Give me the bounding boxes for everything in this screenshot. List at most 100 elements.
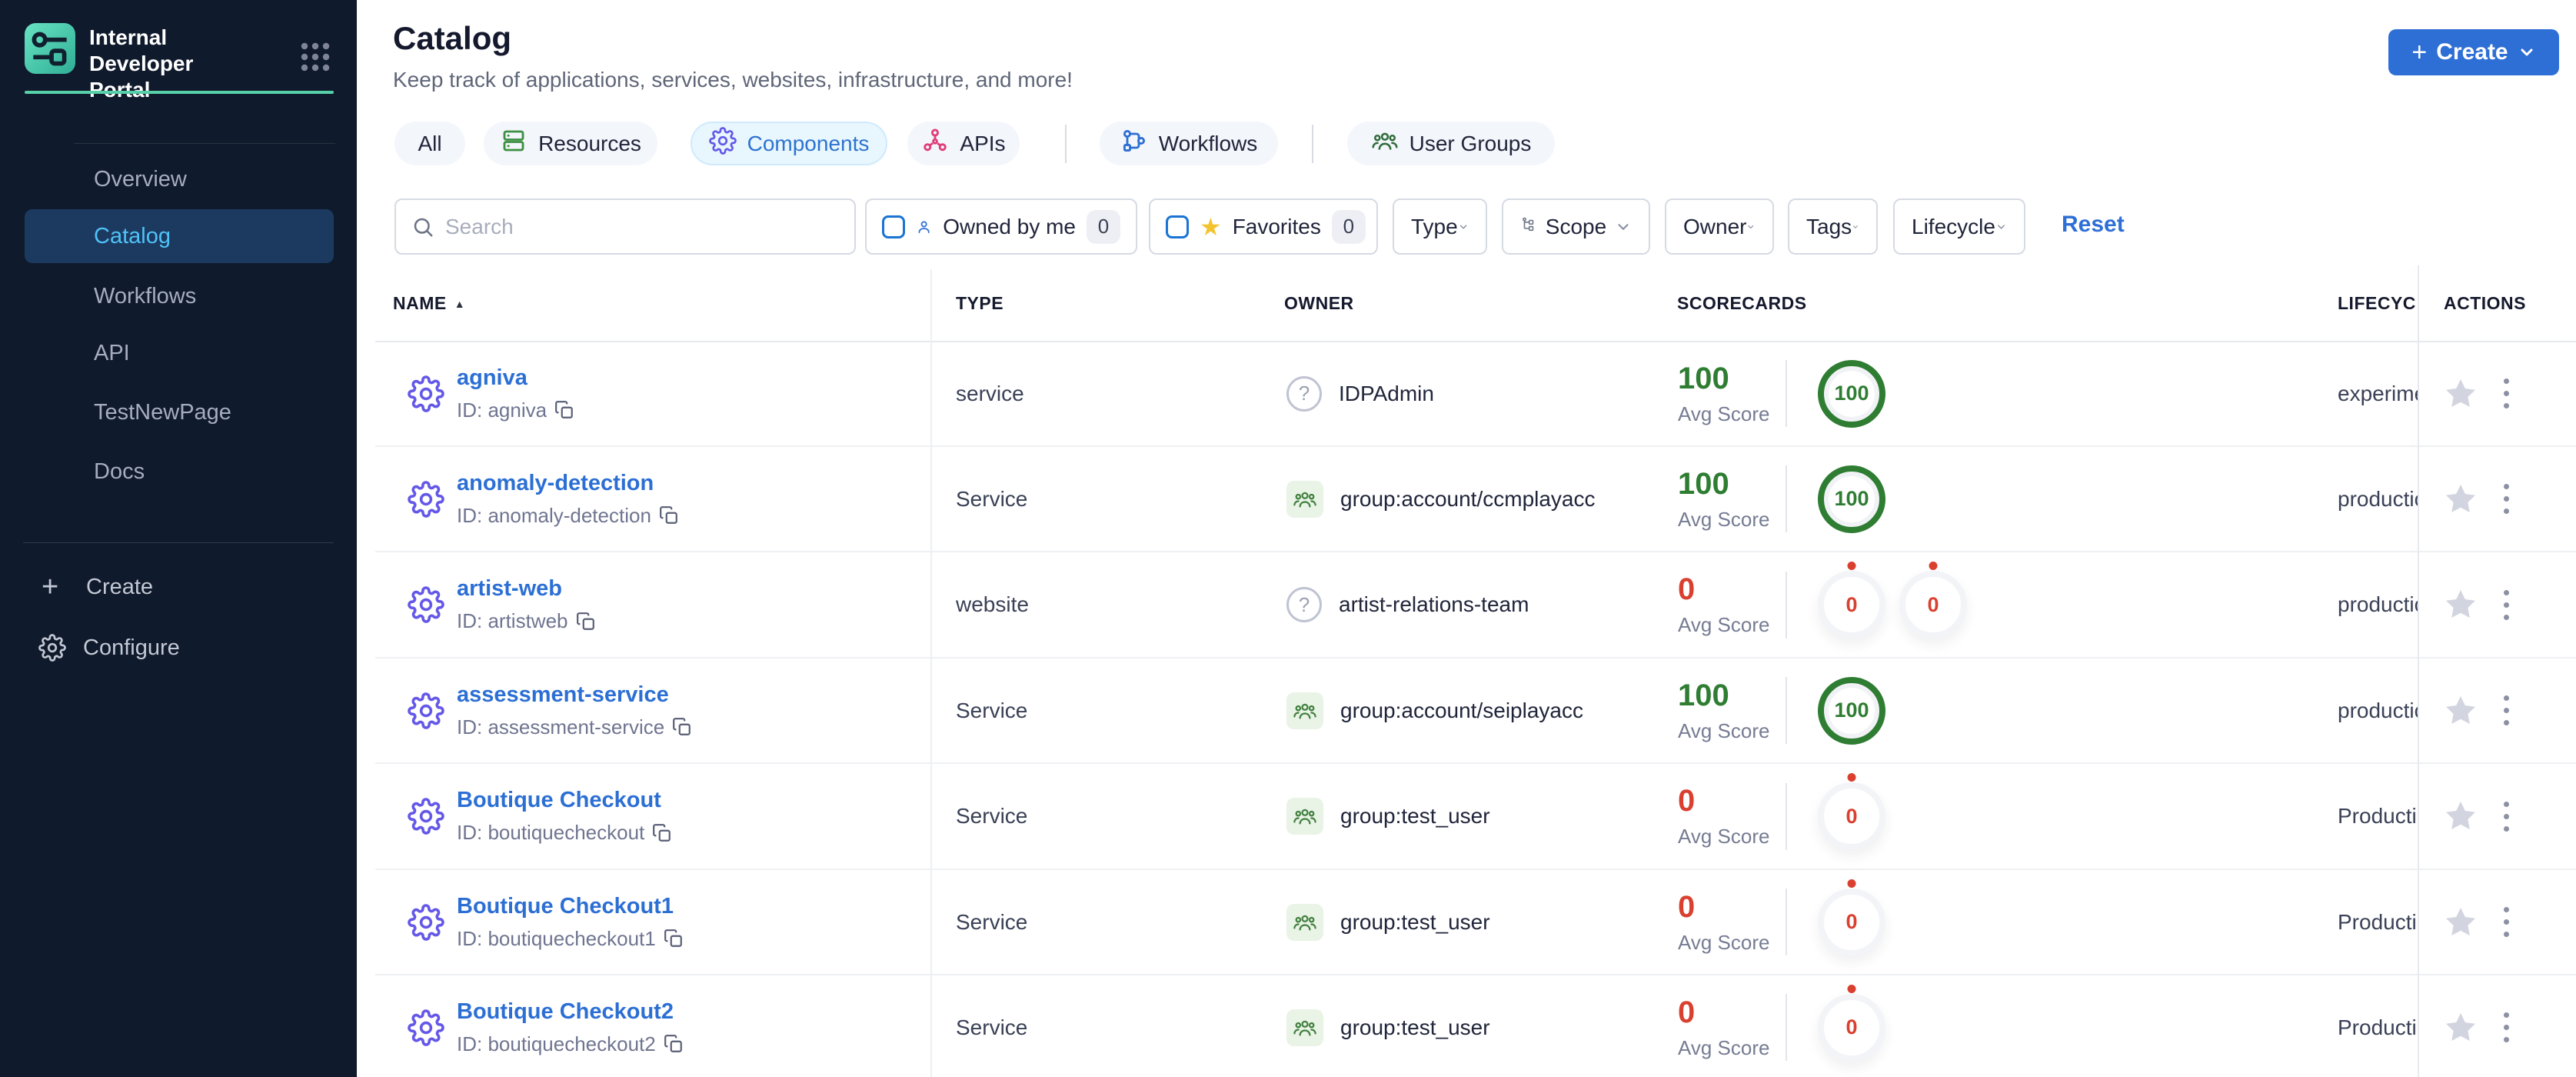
- owned-by-me-checkbox[interactable]: [882, 215, 905, 238]
- row-menu-button[interactable]: [2504, 765, 2509, 869]
- column-header-owner: OWNER: [1284, 293, 1354, 313]
- sidebar-item-catalog[interactable]: Catalog: [25, 209, 334, 263]
- component-name-link[interactable]: Boutique Checkout2: [457, 999, 674, 1024]
- scorecard-ring[interactable]: 0: [1899, 571, 1967, 639]
- owner-name: group:account/ccmplayacc: [1340, 486, 1596, 511]
- sidebar-item-api[interactable]: API: [25, 326, 334, 380]
- name-cell: Boutique Checkout ID: boutiquecheckout: [457, 765, 672, 869]
- copy-id-icon[interactable]: [664, 929, 684, 949]
- component-name-link[interactable]: anomaly-detection: [457, 471, 654, 495]
- favorite-star-button[interactable]: [2442, 975, 2479, 1077]
- avg-score-cell: 100 Avg Score: [1678, 342, 1769, 445]
- sidebar-divider-top: [74, 143, 335, 144]
- scorecard-divider: [1786, 360, 1787, 427]
- create-button[interactable]: + Create: [2388, 29, 2559, 75]
- row-menu-button[interactable]: [2504, 870, 2509, 974]
- scorecard-ring[interactable]: 100: [1818, 676, 1885, 745]
- copy-id-icon[interactable]: [672, 717, 692, 737]
- tab-group-divider: [1312, 125, 1313, 163]
- scorecard-ring[interactable]: 0: [1818, 571, 1885, 639]
- scorecard-ring[interactable]: 100: [1818, 465, 1885, 533]
- table-row: anomaly-detection ID: anomaly-detection Se…: [375, 447, 2576, 553]
- components-gear-icon: [708, 127, 737, 160]
- scorecard-ring[interactable]: 0: [1818, 888, 1885, 956]
- component-name-link[interactable]: assessment-service: [457, 682, 669, 707]
- tab-resources[interactable]: Resources: [484, 122, 657, 165]
- favorite-star-button[interactable]: [2442, 553, 2479, 657]
- scorecard-rings: 0: [1818, 975, 1885, 1077]
- component-name-link[interactable]: artist-web: [457, 576, 562, 601]
- lifecycle-value: Production: [2338, 909, 2418, 934]
- component-name-link[interactable]: Boutique Checkout1: [457, 894, 674, 919]
- component-id-line: ID: assessment-service: [457, 715, 692, 739]
- search-input[interactable]: [445, 214, 839, 239]
- chevron-down-icon: [1459, 224, 1467, 229]
- component-id-line: ID: boutiquecheckout: [457, 821, 672, 845]
- row-menu-button[interactable]: [2504, 553, 2509, 657]
- table-rows: agniva ID: agniva service? IDPAdmin 100 Avg S…: [375, 342, 2576, 1077]
- copy-id-icon[interactable]: [664, 1034, 684, 1054]
- type-filter-label: Type: [1411, 214, 1458, 238]
- scorecard-ring[interactable]: 0: [1818, 993, 1885, 1062]
- reset-filters-link[interactable]: Reset: [2062, 212, 2125, 238]
- copy-id-icon[interactable]: [652, 823, 672, 843]
- copy-id-icon[interactable]: [659, 505, 679, 525]
- sidebar-configure-button[interactable]: Configure: [0, 625, 357, 671]
- favorites-checkbox[interactable]: [1166, 215, 1189, 238]
- search-icon: [414, 218, 433, 236]
- avg-score-value: 0: [1678, 572, 1696, 607]
- column-header-name[interactable]: NAME ▲: [393, 265, 465, 342]
- avg-score-label: Avg Score: [1678, 1035, 1770, 1059]
- type-value: Service: [956, 486, 1028, 511]
- lifecycle-filter-dropdown[interactable]: Lifecycle: [1893, 198, 2025, 255]
- owned-by-me-filter[interactable]: Owned by me 0: [865, 198, 1137, 255]
- chevron-down-icon: [1618, 223, 1629, 230]
- row-menu-button[interactable]: [2504, 342, 2509, 445]
- sidebar-item-workflows[interactable]: Workflows: [25, 269, 334, 323]
- copy-id-icon[interactable]: [576, 612, 596, 632]
- sidebar-divider-bottom: [23, 542, 334, 543]
- tab-components[interactable]: Components: [691, 122, 887, 165]
- component-gear-icon: [408, 553, 444, 657]
- favorite-star-button[interactable]: [2442, 447, 2479, 551]
- name-column-divider: [930, 269, 932, 1077]
- owner-filter-dropdown[interactable]: Owner: [1665, 198, 1774, 255]
- copy-id-icon[interactable]: [554, 400, 574, 420]
- component-id-line: ID: artistweb: [457, 609, 596, 633]
- avg-score-value: 100: [1678, 678, 1729, 712]
- favorite-star-button[interactable]: [2442, 342, 2479, 445]
- favorite-star-button[interactable]: [2442, 870, 2479, 974]
- scorecard-divider: [1786, 465, 1787, 533]
- tab-workflows[interactable]: Workflows: [1100, 122, 1278, 165]
- component-name-link[interactable]: agniva: [457, 365, 528, 390]
- sidebar-item-testnewpage[interactable]: TestNewPage: [25, 385, 334, 439]
- owner-cell: group:test_user: [1286, 765, 1490, 869]
- row-menu-button[interactable]: [2504, 659, 2509, 762]
- scorecard-ring[interactable]: 100: [1818, 359, 1885, 428]
- tab-apis[interactable]: APIs: [907, 122, 1020, 165]
- component-id-line: ID: boutiquecheckout1: [457, 927, 684, 951]
- tab-user-groups[interactable]: User Groups: [1347, 122, 1555, 165]
- scorecard-ring[interactable]: 0: [1818, 782, 1885, 851]
- favorite-star-button[interactable]: [2442, 765, 2479, 869]
- row-menu-button[interactable]: [2504, 447, 2509, 551]
- chevron-down-icon: [2521, 48, 2533, 56]
- sidebar-create-button[interactable]: + Create: [0, 564, 357, 610]
- scope-filter-dropdown[interactable]: Scope: [1502, 198, 1650, 255]
- row-menu-button[interactable]: [2504, 975, 2509, 1077]
- avg-score-value: 0: [1678, 995, 1696, 1029]
- avg-score-cell: 100 Avg Score: [1678, 659, 1769, 762]
- component-name-link[interactable]: Boutique Checkout: [457, 788, 661, 812]
- app-switcher-grid-icon[interactable]: [297, 38, 334, 75]
- sidebar-item-overview[interactable]: Overview: [25, 152, 334, 206]
- favorites-filter[interactable]: ★ Favorites 0: [1149, 198, 1378, 255]
- tags-filter-dropdown[interactable]: Tags: [1788, 198, 1878, 255]
- type-filter-dropdown[interactable]: Type: [1393, 198, 1487, 255]
- avg-score-cell: 0 Avg Score: [1678, 765, 1769, 869]
- tab-all[interactable]: All: [394, 122, 465, 165]
- resources-icon: [500, 127, 528, 160]
- sidebar-item-docs[interactable]: Docs: [25, 445, 334, 498]
- column-header-actions: ACTIONS: [2444, 293, 2526, 313]
- component-id: ID: assessment-service: [457, 715, 665, 739]
- favorite-star-button[interactable]: [2442, 659, 2479, 762]
